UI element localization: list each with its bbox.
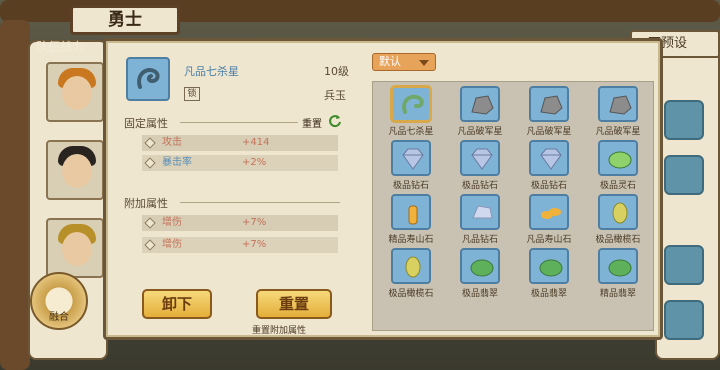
gem-item[interactable]: 凡品寿山石: [515, 194, 583, 245]
gem-label: 极品翡翠: [461, 289, 498, 299]
tree-trunk: [0, 20, 30, 370]
bottle-icon: [391, 194, 431, 230]
equipment-name: 凡品七杀星: [184, 65, 239, 78]
diamond-icon: [144, 217, 156, 229]
divider: [180, 122, 298, 123]
face: [62, 232, 92, 266]
gem-label: 极品橄榄石: [595, 235, 641, 245]
fixed-attributes-title: 固定属性: [124, 117, 168, 130]
gem-inventory-panel: 默认 凡品七杀星 凡品破军星 凡品破军星 凡品破军星极品钻石 极品钻石 极品钻石 极品灵石精…: [368, 51, 658, 335]
attr-name: 增伤: [162, 239, 182, 250]
diamond-icon: [460, 140, 500, 176]
gem-item[interactable]: 凡品七杀星: [377, 86, 445, 137]
team-power-label: 队伍战力: [36, 40, 85, 54]
diamond-icon: [391, 140, 431, 176]
stone-icon: [460, 86, 500, 122]
pebbles-icon: [529, 194, 569, 230]
page-title: 勇士: [70, 5, 180, 35]
diamond-icon: [144, 157, 156, 169]
jade-icon: [529, 248, 569, 284]
gem-item[interactable]: 精品翡翠: [584, 248, 652, 299]
gem-label: 极品钻石: [392, 181, 429, 191]
gem-item[interactable]: 极品钻石: [377, 140, 445, 191]
jade-icon: [598, 248, 638, 284]
gem-label: 凡品破军星: [526, 127, 572, 137]
fixed-attr-row: 暴击率 +2%: [142, 155, 338, 171]
reset-button[interactable]: 重置: [256, 289, 332, 319]
diamond-icon: [144, 239, 156, 251]
equipment-type: 兵玉: [324, 89, 346, 102]
attr-name: 暴击率: [162, 157, 192, 168]
gem-label: 凡品钻石: [461, 235, 498, 245]
gem-item[interactable]: 凡品钻石: [446, 194, 514, 245]
jade-icon: [460, 248, 500, 284]
attr-value: +7%: [242, 239, 267, 250]
gem-label: 极品灵石: [599, 181, 636, 191]
equipment-detail-panel: 凡品七杀星 10级 锁 兵玉 固定属性 重置 攻击 +414 暴击率 +2% 附…: [120, 51, 360, 333]
gem-detail-modal: 凡品七杀星 10级 锁 兵玉 固定属性 重置 攻击 +414 暴击率 +2% 附…: [103, 38, 663, 340]
gem-item[interactable]: 极品翡翠: [515, 248, 583, 299]
sort-dropdown[interactable]: 默认: [372, 53, 436, 71]
side-gem-slot-2[interactable]: [664, 155, 704, 195]
gem-item[interactable]: 极品钻石: [515, 140, 583, 191]
reset-attributes-note: 重置附加属性: [252, 326, 307, 336]
refresh-icon[interactable]: [328, 114, 342, 128]
attr-name: 攻击: [162, 137, 182, 148]
gem-item[interactable]: 精品寿山石: [377, 194, 445, 245]
gem-label: 精品寿山石: [388, 235, 434, 245]
attr-value: +2%: [242, 157, 267, 168]
reset-fixed-label: 重置: [302, 119, 322, 130]
lock-toggle[interactable]: 锁: [184, 87, 200, 101]
gem-item[interactable]: 极品钻石: [446, 140, 514, 191]
gem-item[interactable]: 凡品破军星: [515, 86, 583, 137]
gem-label: 极品翡翠: [530, 289, 567, 299]
gem-item[interactable]: 极品橄榄石: [584, 194, 652, 245]
unequip-button[interactable]: 卸下: [142, 289, 212, 319]
stone-icon: [598, 86, 638, 122]
face: [62, 154, 92, 188]
gem-label: 极品钻石: [530, 181, 567, 191]
diamond-icon: [144, 137, 156, 149]
extra-attr-row: 增伤 +7%: [142, 215, 338, 231]
side-gem-slot-3[interactable]: [664, 245, 704, 285]
gem-grid: 凡品七杀星 凡品破军星 凡品破军星 凡品破军星极品钻石 极品钻石 极品钻石 极品灵石精品寿山…: [372, 81, 654, 331]
gem-label: 凡品七杀星: [388, 127, 434, 137]
olive-icon: [598, 194, 638, 230]
gem-label: 凡品寿山石: [526, 235, 572, 245]
crystal-icon: [460, 194, 500, 230]
side-gem-slot-4[interactable]: [664, 300, 704, 340]
attr-value: +7%: [242, 217, 267, 228]
diamond-icon: [529, 140, 569, 176]
hero-portrait-3[interactable]: [46, 218, 104, 278]
equipment-level: 10级: [324, 65, 349, 78]
gem-label: 精品翡翠: [599, 289, 636, 299]
extra-attr-row: 增伤 +7%: [142, 237, 338, 253]
gem-label: 极品钻石: [461, 181, 498, 191]
gem-item[interactable]: 凡品破军星: [446, 86, 514, 137]
gem-item[interactable]: 极品翡翠: [446, 248, 514, 299]
gem-item[interactable]: 凡品破军星: [584, 86, 652, 137]
side-gem-slot-1[interactable]: [664, 100, 704, 140]
gem-item[interactable]: 极品灵石: [584, 140, 652, 191]
gem-label: 极品橄榄石: [388, 289, 434, 299]
extra-attributes-title: 附加属性: [124, 197, 168, 210]
olive-icon: [391, 248, 431, 284]
face: [62, 76, 92, 110]
gem-label: 凡品破军星: [457, 127, 503, 137]
stone-icon: [529, 86, 569, 122]
fuse-button[interactable]: 融合: [30, 272, 88, 330]
gem-item[interactable]: 极品橄榄石: [377, 248, 445, 299]
jade-icon: [598, 140, 638, 176]
hero-portrait-2[interactable]: [46, 140, 104, 200]
hero-portrait-1[interactable]: [46, 62, 104, 122]
attr-value: +414: [242, 137, 270, 148]
fixed-attr-row: 攻击 +414: [142, 135, 338, 151]
equipped-gem-icon: [126, 57, 170, 101]
divider: [180, 202, 340, 203]
gem-label: 凡品破军星: [595, 127, 641, 137]
ring-icon: [391, 86, 431, 122]
attr-name: 增伤: [162, 217, 182, 228]
